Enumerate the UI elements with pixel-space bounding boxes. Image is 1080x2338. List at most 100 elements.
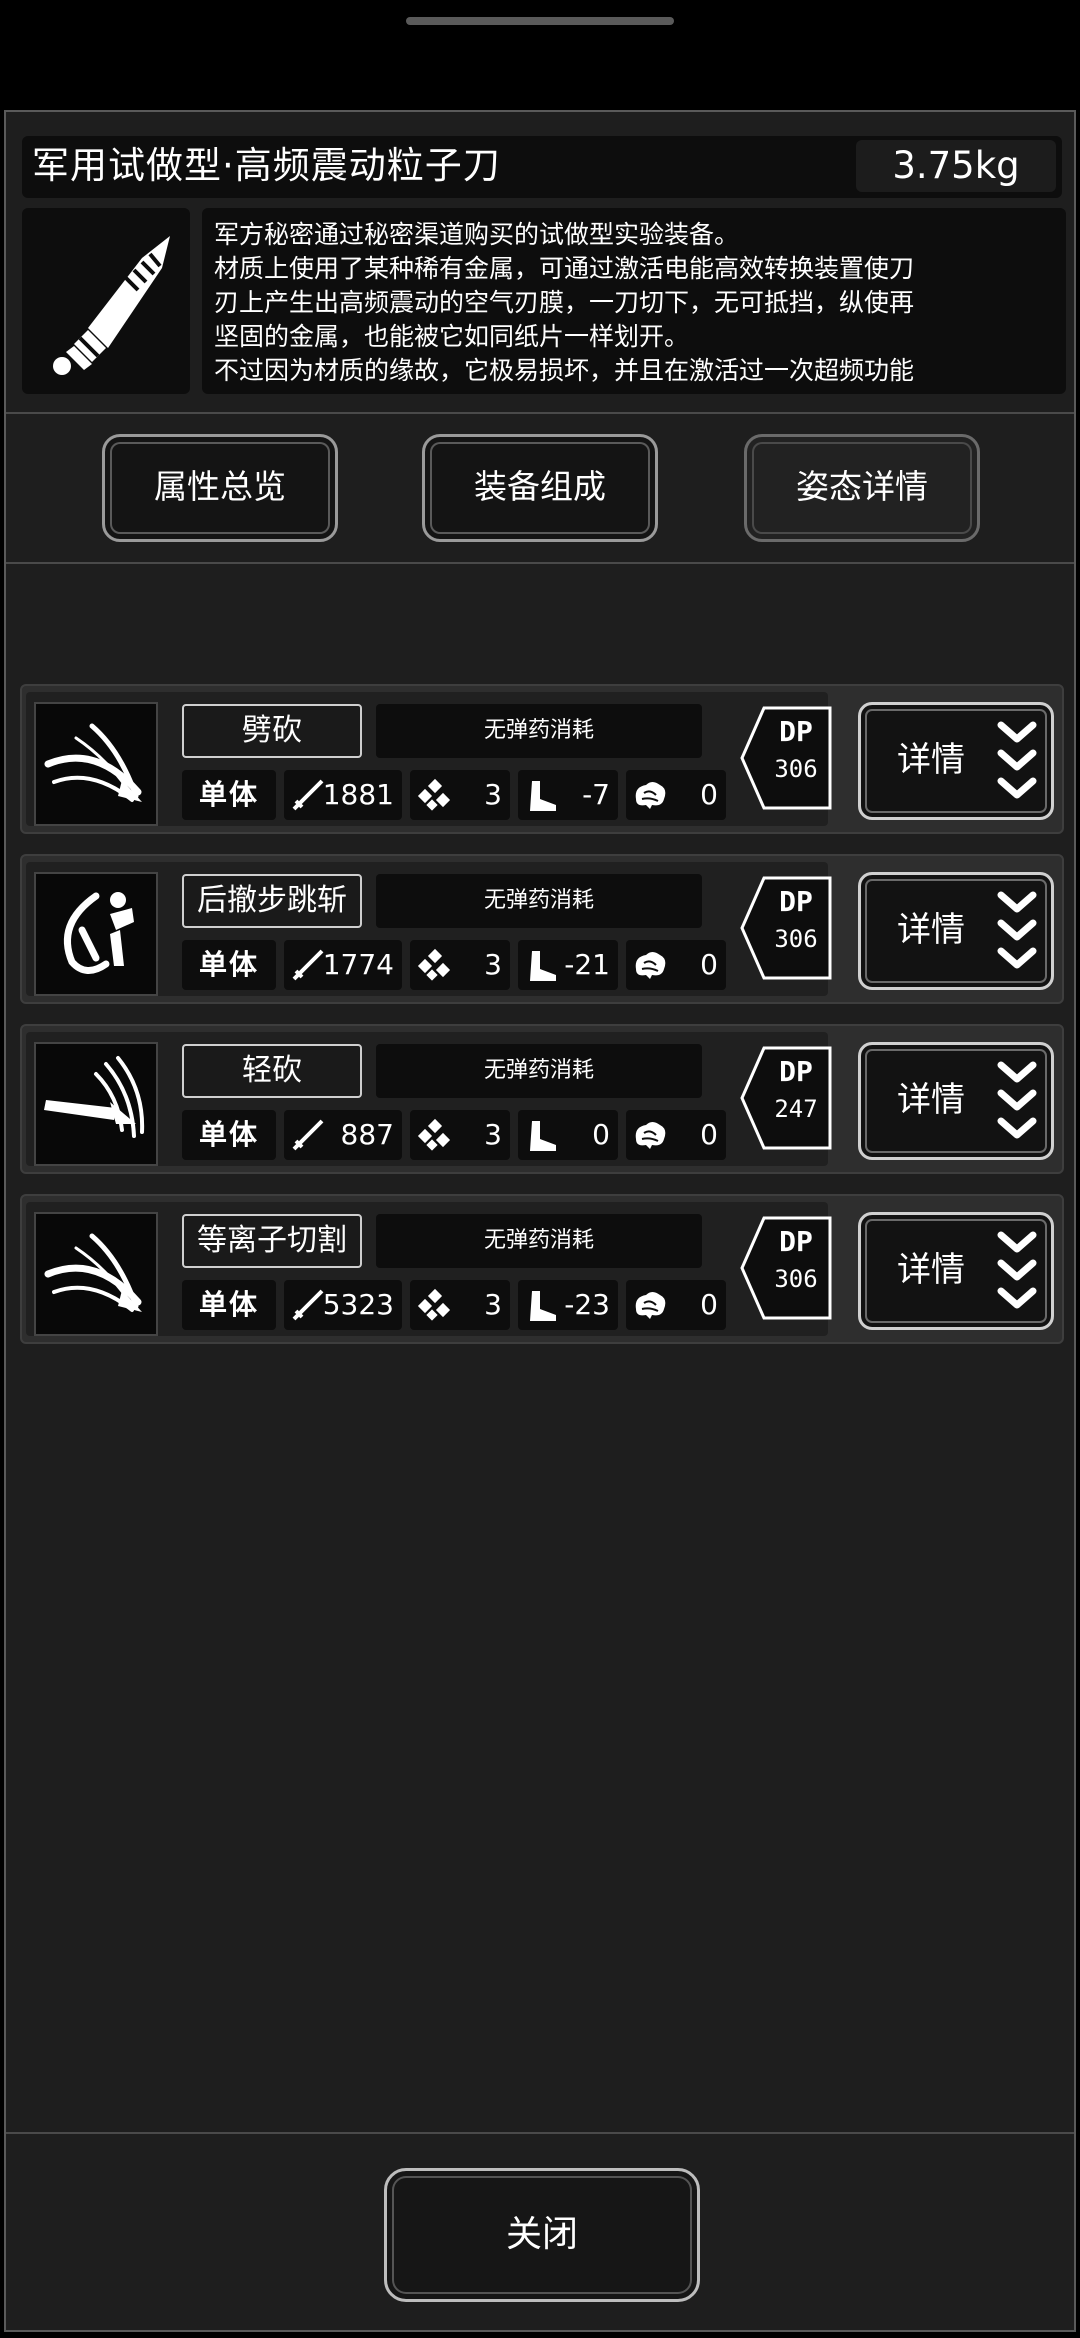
- home-indicator: [406, 17, 674, 25]
- dp-value: 306: [774, 925, 818, 953]
- movement-value: -23: [564, 1288, 610, 1321]
- chevron-down-icon: [997, 721, 1037, 799]
- detail-button[interactable]: 详情: [858, 1042, 1054, 1160]
- brain-icon: [635, 782, 666, 809]
- attack-value: 5323: [322, 1288, 394, 1321]
- slash-arc-icon: [34, 1212, 158, 1336]
- brain-stat: 0: [626, 770, 726, 820]
- dp-label: DP: [779, 1055, 813, 1088]
- stance-name: 等离子切割: [182, 1214, 362, 1268]
- stance-row: 轻砍 无弹药消耗 单体 887 3 0 0 DP 247 详情: [20, 1024, 1064, 1174]
- ammo-consumption: 无弹药消耗: [376, 704, 702, 758]
- target-type: 单体: [182, 1280, 276, 1330]
- hit-value: 3: [484, 778, 502, 811]
- dp-tag: DP 306: [740, 1216, 832, 1320]
- description-line: 材质上使用了某种稀有金属，可通过激活电能高效转换装置使刀: [214, 254, 915, 283]
- movement-value: 0: [592, 1118, 610, 1151]
- brain-stat: 0: [626, 1280, 726, 1330]
- description-line: 军方秘密通过秘密渠道购买的试做型实验装备。: [214, 220, 740, 249]
- hit-stat: 3: [410, 940, 510, 990]
- description-line: 刃上产生出高频震动的空气刃膜，一刀切下，无可抵挡，纵使再: [214, 288, 915, 317]
- stance-name: 轻砍: [182, 1044, 362, 1098]
- divider: [6, 2132, 1074, 2134]
- hit-value: 3: [484, 1118, 502, 1151]
- attack-stat: 887: [284, 1110, 402, 1160]
- chevron-down-icon: [997, 1061, 1037, 1139]
- chevron-down-icon: [997, 1231, 1037, 1309]
- boot-icon: [530, 1121, 556, 1151]
- hit-value: 3: [484, 1288, 502, 1321]
- light-slash-icon: [34, 1042, 158, 1166]
- equipment-icon-frame: [22, 208, 190, 394]
- chevron-down-icon: [997, 891, 1037, 969]
- slash-arc-icon: [34, 702, 158, 826]
- equipment-name: 军用试做型·高频震动粒子刀: [32, 144, 501, 187]
- dp-value: 306: [774, 755, 818, 783]
- stance-row: 后撤步跳斩 无弹药消耗 单体 1774 3 -21 0 DP 306 详情: [20, 854, 1064, 1004]
- detail-button[interactable]: 详情: [858, 702, 1054, 820]
- hit-count-icon: [417, 1118, 451, 1151]
- stance-info: 等离子切割 无弹药消耗 单体 5323 3 -23 0: [26, 1202, 828, 1336]
- stance-name: 劈砍: [182, 704, 362, 758]
- dp-value: 306: [774, 1265, 818, 1293]
- tab-equipment-composition[interactable]: 装备组成: [422, 434, 658, 542]
- dp-tag: DP 306: [740, 876, 832, 980]
- equipment-description: 军方秘密通过秘密渠道购买的试做型实验装备。 材质上使用了某种稀有金属，可通过激活…: [202, 208, 1066, 394]
- movement-stat: -21: [518, 940, 618, 990]
- attack-value: 1881: [322, 778, 394, 811]
- knife-icon: [53, 236, 170, 375]
- stance-row: 等离子切割 无弹药消耗 单体 5323 3 -23 0 DP 306 详情: [20, 1194, 1064, 1344]
- hit-count-icon: [417, 948, 451, 981]
- movement-stat: 0: [518, 1110, 618, 1160]
- sword-icon: [292, 949, 324, 981]
- title-bar: 军用试做型·高频震动粒子刀 3.75kg: [22, 136, 1062, 198]
- stance-name: 后撤步跳斩: [182, 874, 362, 928]
- weight-badge: 3.75kg: [856, 140, 1056, 192]
- attack-stat: 1881: [284, 770, 402, 820]
- attack-stat: 5323: [284, 1280, 402, 1330]
- hit-value: 3: [484, 948, 502, 981]
- brain-stat: 0: [626, 1110, 726, 1160]
- boot-icon: [530, 951, 556, 981]
- hit-stat: 3: [410, 770, 510, 820]
- brain-icon: [635, 1122, 666, 1149]
- detail-button[interactable]: 详情: [858, 1212, 1054, 1330]
- divider: [6, 562, 1074, 564]
- hit-stat: 3: [410, 1280, 510, 1330]
- hit-stat: 3: [410, 1110, 510, 1160]
- dp-value: 247: [774, 1095, 818, 1123]
- target-type: 单体: [182, 940, 276, 990]
- dp-tag: DP 306: [740, 706, 832, 810]
- backstep-slash-icon: [34, 872, 158, 996]
- movement-stat: -7: [518, 770, 618, 820]
- detail-button[interactable]: 详情: [858, 872, 1054, 990]
- dp-label: DP: [779, 715, 813, 748]
- brain-value: 0: [700, 1118, 718, 1151]
- tab-attribute-overview[interactable]: 属性总览: [102, 434, 338, 542]
- brain-stat: 0: [626, 940, 726, 990]
- divider: [6, 412, 1074, 414]
- attack-value: 1774: [322, 948, 394, 981]
- sword-icon: [292, 1289, 324, 1321]
- tab-stance-details[interactable]: 姿态详情: [744, 434, 980, 542]
- brain-icon: [635, 952, 666, 979]
- ammo-consumption: 无弹药消耗: [376, 1044, 702, 1098]
- boot-icon: [530, 781, 556, 811]
- dp-tag: DP 247: [740, 1046, 832, 1150]
- detail-label: 详情: [897, 910, 965, 950]
- target-type: 单体: [182, 1110, 276, 1160]
- boot-icon: [530, 1291, 556, 1321]
- attack-stat: 1774: [284, 940, 402, 990]
- ammo-consumption: 无弹药消耗: [376, 874, 702, 928]
- hit-count-icon: [417, 778, 451, 811]
- target-type: 单体: [182, 770, 276, 820]
- sword-icon: [292, 779, 324, 811]
- attack-value: 887: [340, 1118, 394, 1151]
- equipment-panel: 军用试做型·高频震动粒子刀 3.75kg 军方秘密通过秘密渠道购买的试做型实验装…: [4, 110, 1076, 2332]
- close-button[interactable]: 关闭: [384, 2168, 700, 2302]
- movement-value: -21: [564, 948, 610, 981]
- detail-label: 详情: [897, 1080, 965, 1120]
- description-line: 不过因为材质的缘故，它极易损坏，并且在激活过一次超频功能: [214, 356, 915, 385]
- ammo-consumption: 无弹药消耗: [376, 1214, 702, 1268]
- dp-label: DP: [779, 885, 813, 918]
